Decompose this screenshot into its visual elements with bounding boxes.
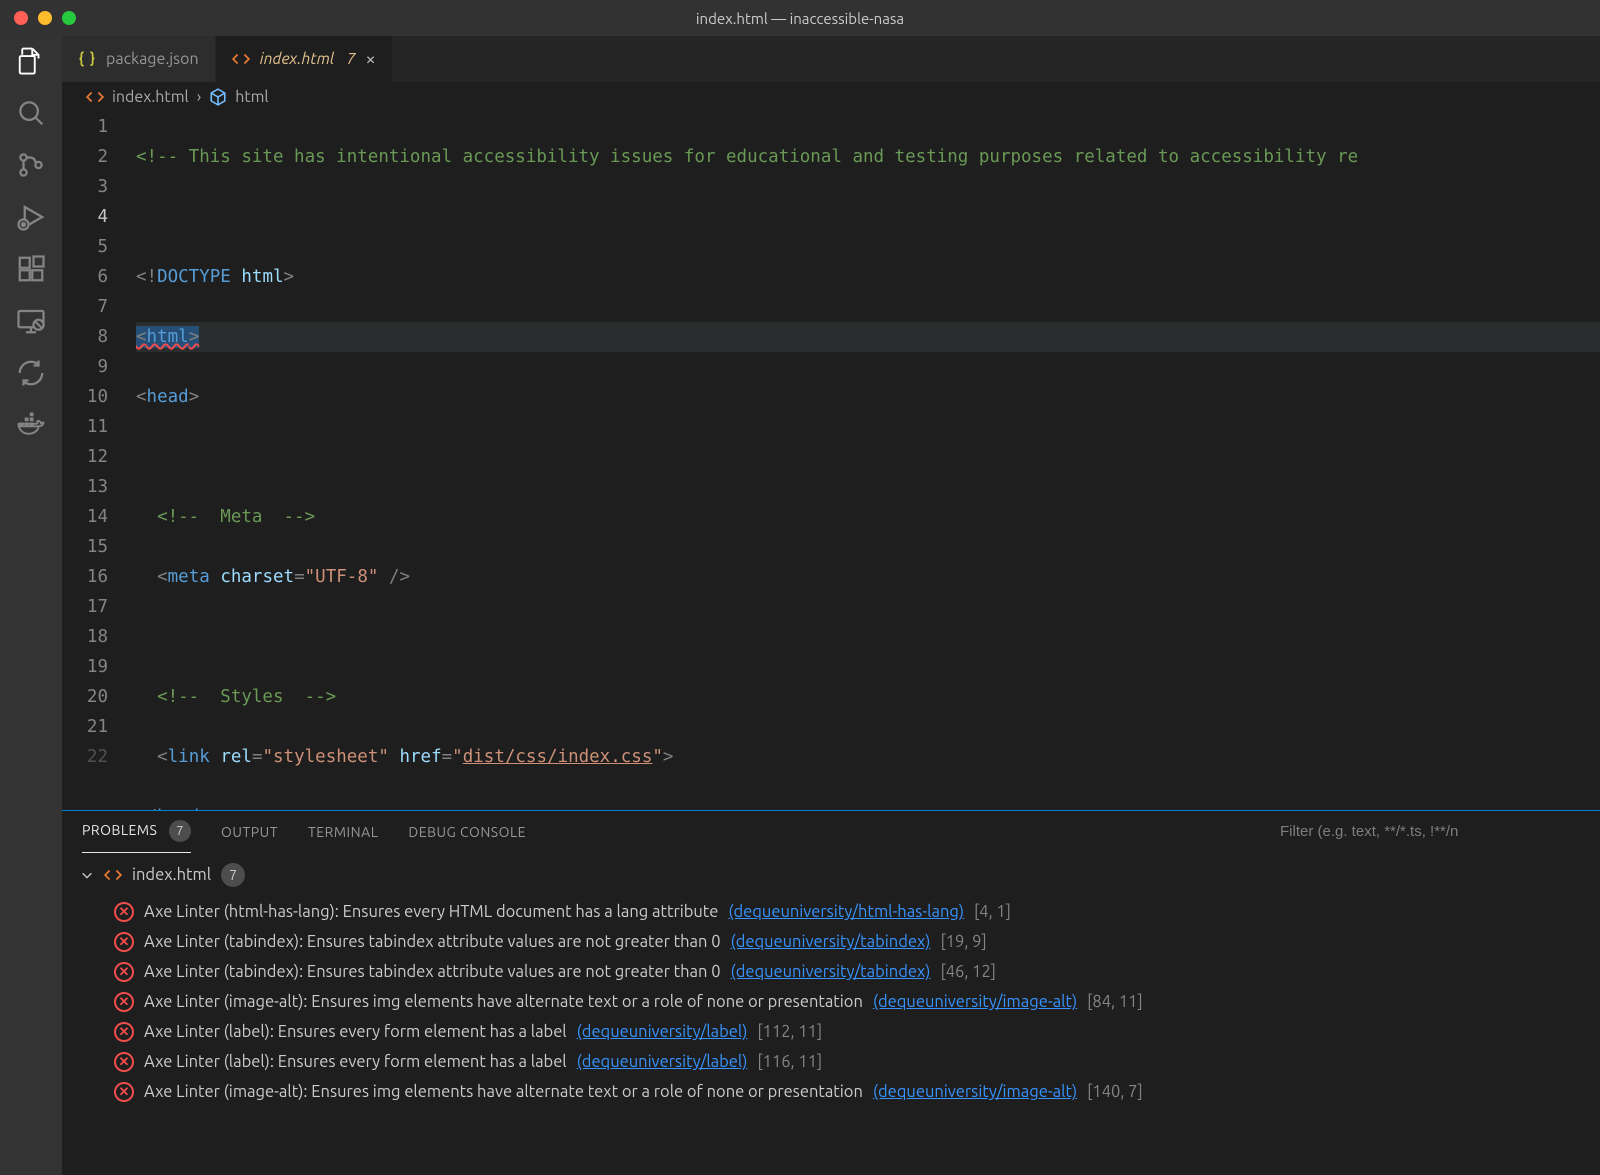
- source-control-icon[interactable]: [16, 150, 46, 180]
- tab-index-html[interactable]: index.html 7 ×: [216, 36, 393, 82]
- html-file-icon: [86, 88, 104, 106]
- problem-location: [4, 1]: [974, 903, 1011, 921]
- problem-item[interactable]: ✕ Axe Linter (label): Ensures every form …: [80, 1047, 1600, 1077]
- problem-location: [46, 12]: [941, 963, 997, 981]
- problem-link[interactable]: (dequeuniversity/image-alt): [873, 1083, 1077, 1101]
- tab-package-json[interactable]: package.json: [62, 36, 216, 82]
- search-icon[interactable]: [16, 98, 46, 128]
- problem-message: Axe Linter (image-alt): Ensures img elem…: [144, 993, 863, 1011]
- error-icon: ✕: [114, 1022, 134, 1042]
- error-icon: ✕: [114, 1082, 134, 1102]
- close-window-icon[interactable]: [14, 11, 28, 25]
- panel-tab-bar: PROBLEMS 7 OUTPUT TERMINAL DEBUG CONSOLE: [62, 811, 1600, 853]
- problem-link[interactable]: (dequeuniversity/tabindex): [731, 963, 931, 981]
- tab-problems[interactable]: PROBLEMS 7: [82, 810, 191, 853]
- problem-message: Axe Linter (label): Ensures every form e…: [144, 1053, 567, 1071]
- tab-label: package.json: [106, 50, 199, 68]
- docker-icon[interactable]: [16, 410, 46, 440]
- breadcrumb[interactable]: index.html › html: [62, 82, 1600, 112]
- error-icon: ✕: [114, 962, 134, 982]
- window-controls: [0, 11, 76, 25]
- extensions-icon[interactable]: [16, 254, 46, 284]
- problem-message: Axe Linter (tabindex): Ensures tabindex …: [144, 933, 721, 951]
- minimize-window-icon[interactable]: [38, 11, 52, 25]
- symbol-icon: [209, 88, 227, 106]
- problem-item[interactable]: ✕ Axe Linter (html-has-lang): Ensures eve…: [80, 897, 1600, 927]
- problem-link[interactable]: (dequeuniversity/label): [577, 1053, 748, 1071]
- live-share-icon[interactable]: [16, 358, 46, 388]
- error-icon: ✕: [114, 932, 134, 952]
- problem-message: Axe Linter (image-alt): Ensures img elem…: [144, 1083, 863, 1101]
- code-text: <!-- This site has intentional accessibi…: [136, 147, 1358, 167]
- filter-input[interactable]: [1280, 823, 1580, 840]
- chevron-right-icon: ›: [197, 88, 202, 106]
- problems-file-row[interactable]: index.html 7: [80, 859, 1600, 897]
- remote-explorer-icon[interactable]: [16, 306, 46, 336]
- problem-item[interactable]: ✕ Axe Linter (image-alt): Ensures img ele…: [80, 987, 1600, 1017]
- error-icon: ✕: [114, 902, 134, 922]
- problems-count-badge: 7: [169, 820, 191, 842]
- breadcrumb-file[interactable]: index.html: [112, 88, 189, 106]
- explorer-icon[interactable]: [16, 46, 46, 76]
- line-gutter: 12345678910111213141516171819202122: [62, 112, 114, 810]
- maximize-window-icon[interactable]: [62, 11, 76, 25]
- breadcrumb-symbol[interactable]: html: [235, 88, 268, 106]
- window-title: index.html — inaccessible-nasa: [0, 10, 1600, 27]
- chevron-down-icon: [80, 868, 94, 882]
- problems-filter: [1280, 823, 1580, 840]
- problem-location: [116, 11]: [757, 1053, 822, 1071]
- title-bar[interactable]: index.html — inaccessible-nasa: [0, 0, 1600, 36]
- problem-link[interactable]: (dequeuniversity/tabindex): [731, 933, 931, 951]
- problem-location: [140, 7]: [1087, 1083, 1143, 1101]
- problem-item[interactable]: ✕ Axe Linter (label): Ensures every form …: [80, 1017, 1600, 1047]
- tab-output[interactable]: OUTPUT: [221, 814, 278, 850]
- code-editor[interactable]: 12345678910111213141516171819202122 <!--…: [62, 112, 1600, 810]
- tab-problem-badge: 7: [346, 50, 355, 68]
- close-icon[interactable]: ×: [365, 50, 375, 68]
- error-icon: ✕: [114, 992, 134, 1012]
- problem-location: [19, 9]: [941, 933, 987, 951]
- problem-item[interactable]: ✕ Axe Linter (tabindex): Ensures tabindex…: [80, 927, 1600, 957]
- problems-list[interactable]: index.html 7 ✕ Axe Linter (html-has-lang)…: [62, 853, 1600, 1175]
- html-file-icon: [104, 866, 122, 884]
- run-debug-icon[interactable]: [16, 202, 46, 232]
- json-file-icon: [78, 50, 96, 68]
- problem-message: Axe Linter (label): Ensures every form e…: [144, 1023, 567, 1041]
- problem-link[interactable]: (dequeuniversity/html-has-lang): [728, 903, 964, 921]
- editor-tab-bar: package.json index.html 7 ×: [62, 36, 1600, 82]
- error-icon: ✕: [114, 1052, 134, 1072]
- activity-bar: [0, 36, 62, 1175]
- problem-location: [84, 11]: [1087, 993, 1143, 1011]
- html-file-icon: [232, 50, 250, 68]
- file-problem-count: 7: [221, 863, 245, 887]
- problem-location: [112, 11]: [757, 1023, 822, 1041]
- problem-message: Axe Linter (tabindex): Ensures tabindex …: [144, 963, 721, 981]
- code-content[interactable]: <!-- This site has intentional accessibi…: [114, 112, 1600, 810]
- problem-item[interactable]: ✕ Axe Linter (tabindex): Ensures tabindex…: [80, 957, 1600, 987]
- problem-message: Axe Linter (html-has-lang): Ensures ever…: [144, 903, 718, 921]
- problem-item[interactable]: ✕ Axe Linter (image-alt): Ensures img ele…: [80, 1077, 1600, 1107]
- window: index.html — inaccessible-nasa: [0, 0, 1600, 1175]
- problem-link[interactable]: (dequeuniversity/image-alt): [873, 993, 1077, 1011]
- tab-terminal[interactable]: TERMINAL: [308, 814, 378, 850]
- problem-link[interactable]: (dequeuniversity/label): [577, 1023, 748, 1041]
- tab-label: index.html: [260, 50, 335, 68]
- problems-file-name: index.html: [132, 866, 211, 884]
- bottom-panel: PROBLEMS 7 OUTPUT TERMINAL DEBUG CONSOLE…: [62, 810, 1600, 1175]
- tab-debug-console[interactable]: DEBUG CONSOLE: [408, 814, 526, 850]
